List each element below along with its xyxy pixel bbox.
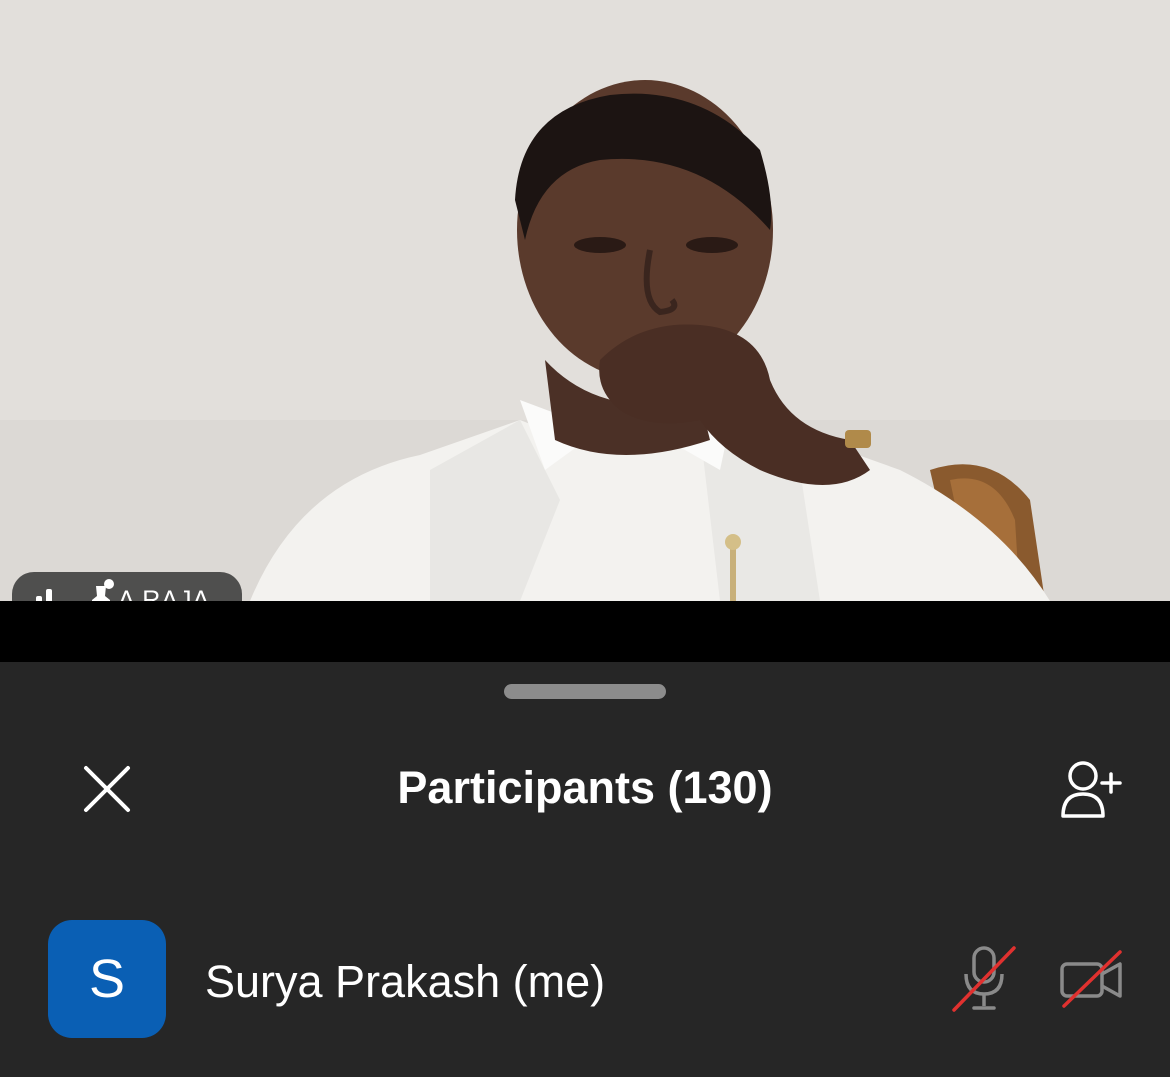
speaker-name-badge: A RAJA bbox=[12, 572, 242, 601]
pin-icon bbox=[92, 579, 114, 601]
participant-row[interactable]: S Surya Prakash (me) bbox=[0, 914, 1170, 1040]
video-bottom-band bbox=[0, 601, 1170, 662]
active-speaker-video[interactable]: A RAJA bbox=[0, 0, 1170, 601]
participant-name: Surya Prakash (me) bbox=[205, 956, 606, 1007]
add-person-icon bbox=[1061, 761, 1122, 818]
participants-sheet: Participants (130) S Surya Prakash (me) bbox=[0, 662, 1170, 1077]
camera-off-icon[interactable] bbox=[1058, 948, 1126, 1010]
mic-muted-icon[interactable] bbox=[950, 944, 1018, 1014]
speaker-video-frame bbox=[0, 0, 1170, 601]
avatar: S bbox=[48, 920, 166, 1038]
speaker-name: A RAJA bbox=[118, 586, 211, 601]
sheet-drag-handle[interactable] bbox=[504, 684, 666, 699]
participants-title: Participants (130) bbox=[397, 762, 773, 813]
signal-strength-icon bbox=[36, 589, 52, 601]
avatar-initial: S bbox=[88, 949, 126, 1009]
add-participant-button[interactable] bbox=[1056, 756, 1128, 822]
